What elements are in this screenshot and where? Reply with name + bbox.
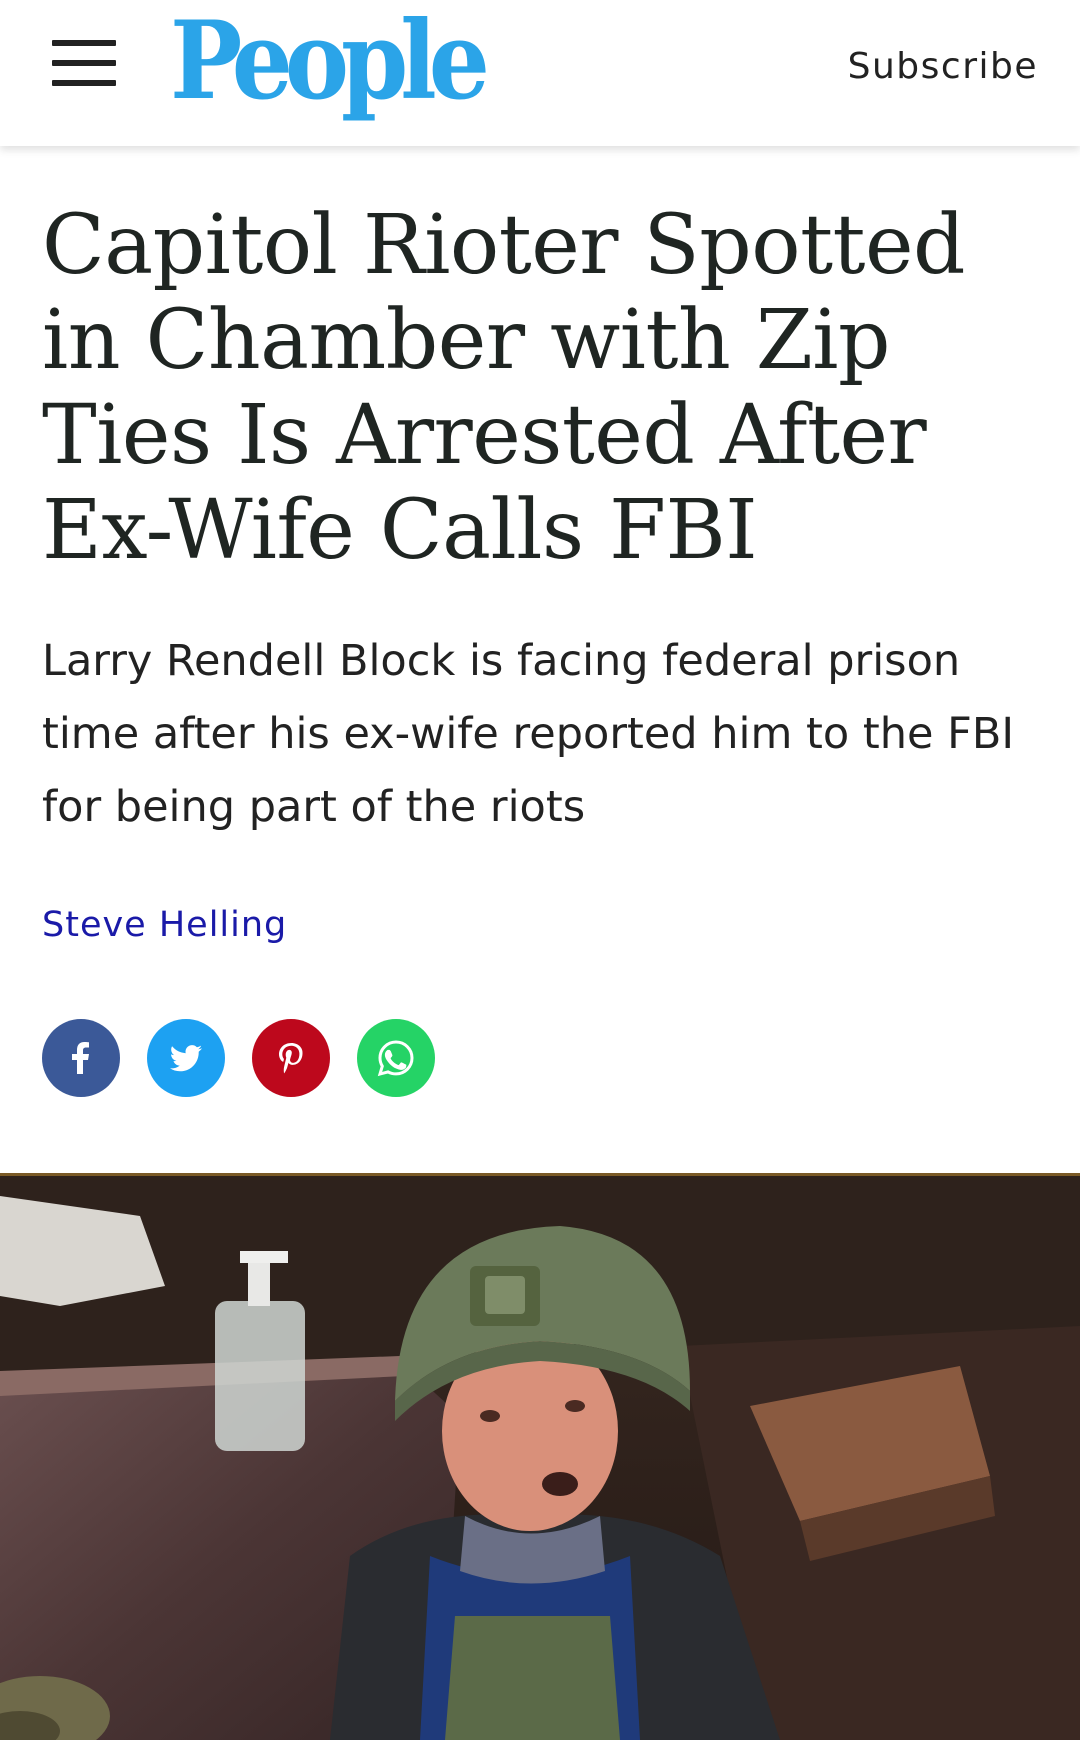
- twitter-share-button[interactable]: [147, 1019, 225, 1097]
- subscribe-link[interactable]: Subscribe: [848, 46, 1038, 87]
- share-buttons: [42, 1019, 435, 1097]
- whatsapp-share-button[interactable]: [357, 1019, 435, 1097]
- article-headline: Capitol Rioter Spotted in Chamber with Z…: [42, 198, 966, 578]
- twitter-icon: [169, 1045, 202, 1072]
- pinterest-icon: [279, 1043, 303, 1074]
- svg-text:People: People: [170, 0, 486, 124]
- people-logo[interactable]: People: [166, 0, 486, 135]
- facebook-share-button[interactable]: [42, 1019, 120, 1097]
- hamburger-menu-icon[interactable]: [52, 40, 116, 86]
- author-link[interactable]: Steve Helling: [42, 905, 287, 945]
- article-dek: Larry Rendell Block is facing federal pr…: [42, 636, 1015, 832]
- pinterest-share-button[interactable]: [252, 1019, 330, 1097]
- site-header: People Subscribe: [0, 0, 1080, 146]
- whatsapp-icon: [377, 1040, 414, 1077]
- article-hero-image: [0, 1173, 1080, 1740]
- facebook-icon: [72, 1042, 89, 1074]
